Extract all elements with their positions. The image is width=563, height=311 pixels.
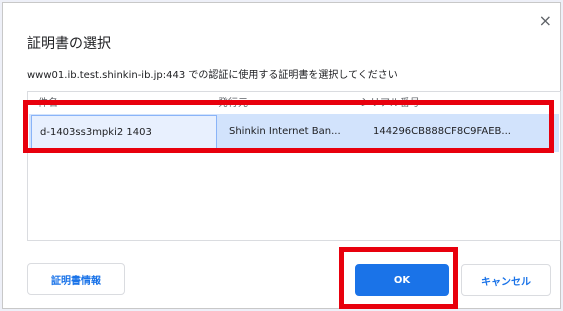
ok-highlight-box	[339, 247, 458, 309]
row-highlight-box	[23, 100, 554, 153]
dialog-subtitle: www01.ib.test.shinkin-ib.jp:443 での認証に使用す…	[27, 70, 398, 81]
dialog-title: 証明書の選択	[27, 36, 111, 52]
cancel-button[interactable]: キャンセル	[461, 264, 551, 296]
certificate-dialog: × 証明書の選択 www01.ib.test.shinkin-ib.jp:443…	[2, 2, 561, 309]
certificate-info-button[interactable]: 証明書情報	[27, 263, 125, 295]
close-icon[interactable]: ×	[539, 13, 552, 29]
